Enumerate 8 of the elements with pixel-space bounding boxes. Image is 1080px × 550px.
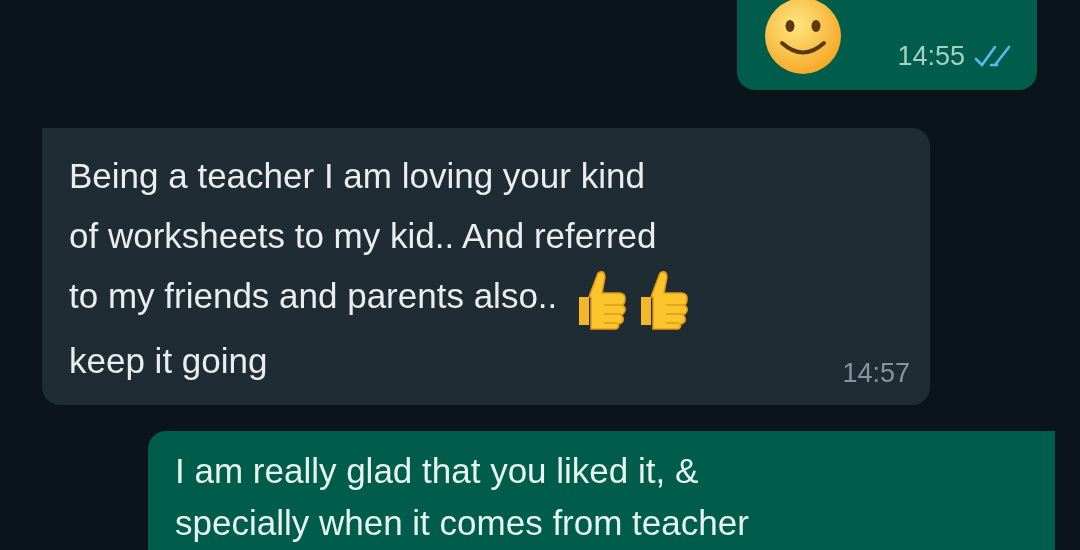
message-text: to my friends and parents also.. <box>69 276 558 315</box>
message-time: 14:55 <box>897 39 965 73</box>
message-text: keep it going <box>69 340 268 380</box>
message-text: specially when it comes from teacher <box>175 502 749 542</box>
message-time: 14:57 <box>842 356 910 390</box>
message-text: Being a teacher I am loving your kind <box>69 156 645 195</box>
message-text: of worksheets to my kid.. And referred <box>69 216 657 255</box>
message-text: I am really glad that you liked it, & <box>175 450 699 490</box>
